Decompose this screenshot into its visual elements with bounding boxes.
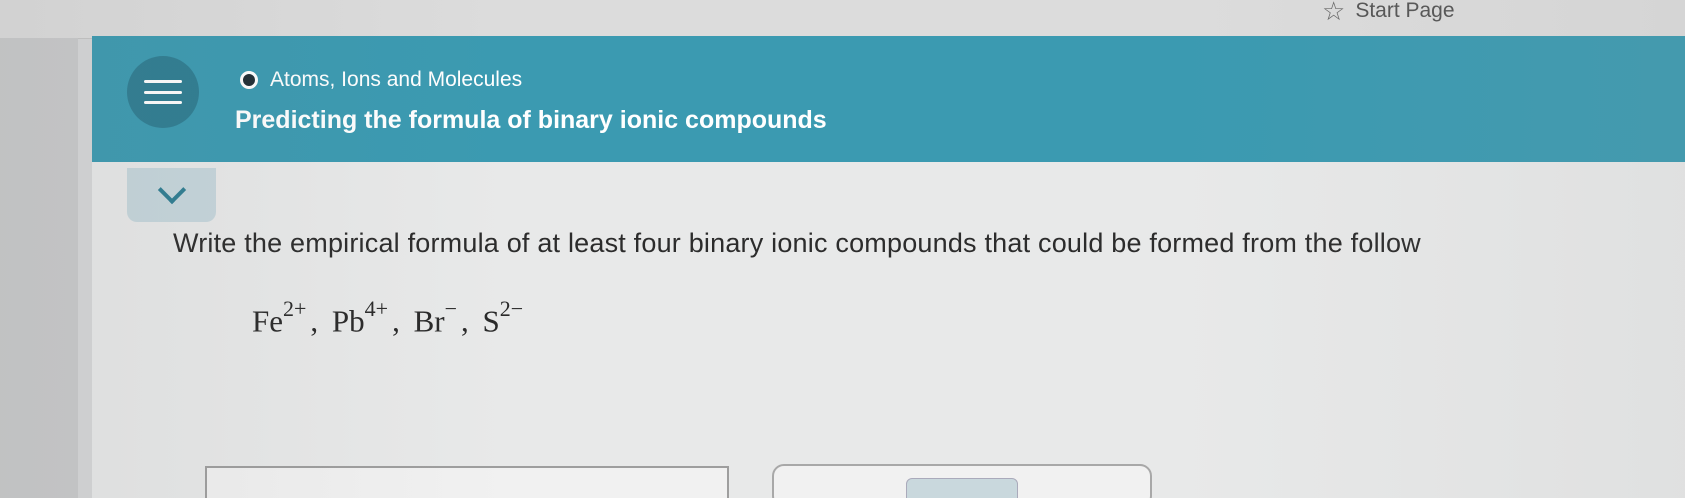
toolbar-button[interactable]: [906, 478, 1018, 498]
left-margin: [0, 38, 78, 498]
assignment-header: [92, 36, 1685, 162]
page-title: Predicting the formula of binary ionic c…: [235, 106, 827, 134]
ion-item: Br−: [413, 296, 458, 339]
ion-item: Pb4+: [331, 296, 389, 339]
topic-breadcrumb: Atoms, Ions and Molecules: [240, 68, 522, 92]
topic-label: Atoms, Ions and Molecules: [270, 68, 523, 91]
answer-input-box[interactable]: [205, 466, 729, 498]
top-bar: ☆ Start Page: [0, 0, 1685, 39]
progress-dot-icon: [240, 71, 258, 89]
menu-button[interactable]: [127, 56, 199, 128]
ion-item: S2−: [482, 296, 524, 339]
chevron-down-icon[interactable]: [157, 175, 186, 205]
start-page-label[interactable]: Start Page: [1355, 0, 1454, 23]
collapse-header-button[interactable]: [127, 168, 216, 222]
start-page-link[interactable]: ☆ Start Page: [1322, 0, 1455, 24]
star-icon[interactable]: ☆: [1322, 0, 1345, 24]
ion-item: Fe2+: [252, 296, 307, 339]
question-prompt: Write the empirical formula of at least …: [173, 228, 1421, 258]
ion-list: Fe2+, Pb4+, Br−, S2−: [252, 296, 524, 339]
hamburger-menu-icon[interactable]: [144, 80, 182, 104]
